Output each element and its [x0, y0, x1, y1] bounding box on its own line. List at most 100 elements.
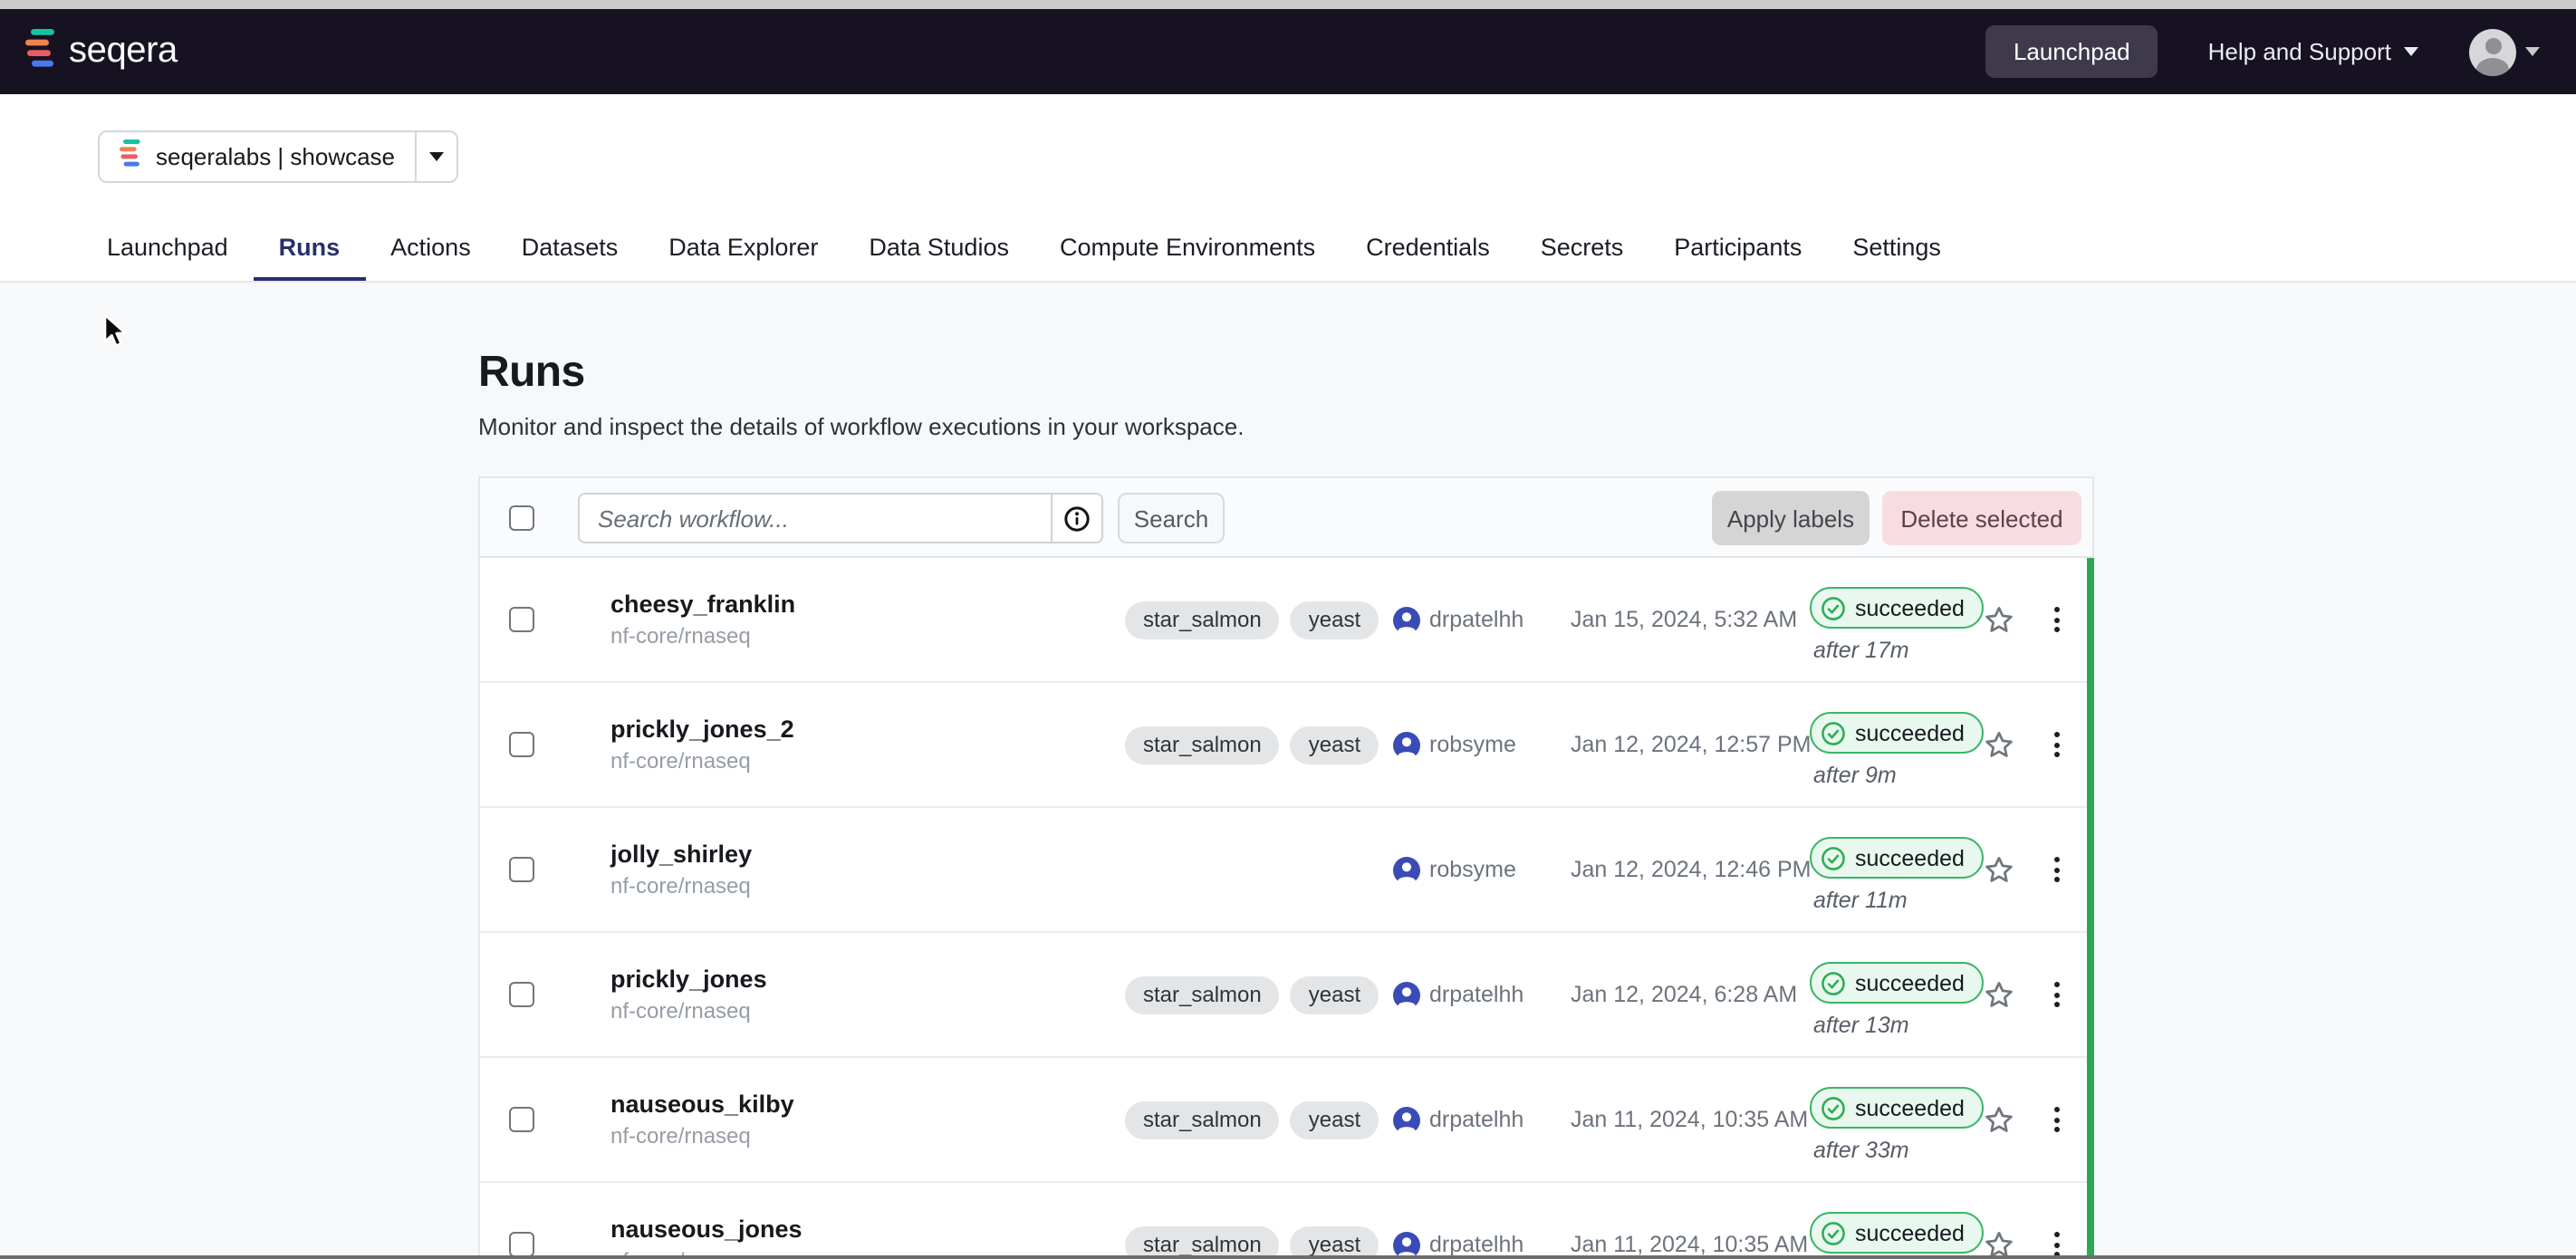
status-badge: succeeded [1810, 1212, 1985, 1254]
status-label: succeeded [1855, 845, 1965, 870]
run-label-pill: star_salmon [1125, 1225, 1280, 1259]
seqera-logo[interactable]: seqera [25, 28, 178, 75]
tab-datasets[interactable]: Datasets [496, 214, 644, 281]
run-project: nf-core/rnaseq [610, 625, 795, 649]
info-icon [1063, 505, 1091, 532]
row-checkbox[interactable] [509, 1232, 534, 1257]
tab-settings[interactable]: Settings [1827, 214, 1966, 281]
run-date: Jan 15, 2024, 5:32 AM [1571, 558, 1797, 681]
tab-participants[interactable]: Participants [1648, 214, 1827, 281]
run-row[interactable]: cheesy_franklin nf-core/rnaseq star_salm… [480, 558, 2092, 683]
run-date: Jan 11, 2024, 10:35 AM [1571, 1183, 1808, 1259]
help-and-support-label: Help and Support [2208, 38, 2391, 65]
tab-label: Datasets [522, 234, 619, 261]
tab-label: Runs [279, 234, 341, 261]
row-checkbox[interactable] [509, 982, 534, 1007]
kebab-icon [2053, 607, 2059, 612]
tab-runs[interactable]: Runs [254, 214, 366, 281]
star-button[interactable] [1984, 558, 2014, 681]
user-avatar-icon [1393, 606, 1420, 633]
star-button[interactable] [1984, 1058, 2014, 1181]
run-row[interactable]: prickly_jones nf-core/rnaseq star_salmon… [480, 933, 2092, 1058]
row-menu-button[interactable] [2038, 558, 2074, 681]
workspace-selector-caret[interactable] [415, 132, 457, 181]
star-icon [1984, 854, 2014, 885]
runs-toolbar: Search Apply labels Delete selected [478, 476, 2094, 558]
delete-selected-button[interactable]: Delete selected [1882, 491, 2081, 545]
run-name[interactable]: nauseous_jones [610, 1216, 803, 1243]
search-input[interactable] [578, 493, 1053, 543]
search-info-button[interactable] [1051, 493, 1103, 543]
workspace-selector[interactable]: seqeralabs | showcase [98, 130, 458, 183]
page-subtitle: Monitor and inspect the details of workf… [478, 413, 1244, 440]
run-date: Jan 12, 2024, 12:46 PM [1571, 808, 1811, 931]
search-group [578, 493, 1103, 543]
run-row[interactable]: nauseous_jones nf-core/rnaseq star_salmo… [480, 1183, 2092, 1259]
tab-launchpad[interactable]: Launchpad [82, 214, 254, 281]
chevron-down-icon [2525, 47, 2540, 56]
help-and-support-menu[interactable]: Help and Support [2208, 38, 2418, 65]
search-button[interactable]: Search [1118, 493, 1225, 543]
run-labels: star_salmonyeast [1125, 558, 1379, 681]
check-circle-icon [1821, 1095, 1846, 1120]
run-duration: after 17m [1813, 638, 1909, 663]
run-row[interactable]: jolly_shirley nf-core/rnaseq robsyme Jan… [480, 808, 2092, 933]
row-checkbox[interactable] [509, 607, 534, 632]
run-label-pill: star_salmon [1125, 1100, 1280, 1139]
run-row[interactable]: prickly_jones_2 nf-core/rnaseq star_salm… [480, 683, 2092, 808]
row-menu-button[interactable] [2038, 1183, 2074, 1259]
row-menu-button[interactable] [2038, 933, 2074, 1056]
star-icon [1984, 979, 2014, 1010]
tab-label: Launchpad [107, 234, 228, 261]
run-date: Jan 12, 2024, 6:28 AM [1571, 933, 1797, 1056]
tab-credentials[interactable]: Credentials [1341, 214, 1515, 281]
launchpad-button[interactable]: Launchpad [1986, 25, 2158, 78]
star-button[interactable] [1984, 683, 2014, 806]
run-date: Jan 11, 2024, 10:35 AM [1571, 1058, 1808, 1181]
row-checkbox[interactable] [509, 732, 534, 757]
select-all-checkbox[interactable] [509, 505, 534, 531]
run-name[interactable]: cheesy_franklin [610, 591, 795, 618]
run-row[interactable]: nauseous_kilby nf-core/rnaseq star_salmo… [480, 1058, 2092, 1183]
run-label-pill: star_salmon [1125, 975, 1280, 1014]
star-button[interactable] [1984, 1183, 2014, 1259]
run-user: drpatelhh [1393, 1058, 1523, 1181]
run-labels: star_salmonyeast [1125, 1058, 1379, 1181]
workspace-selector-main: seqeralabs | showcase [100, 132, 415, 181]
status-label: succeeded [1855, 595, 1965, 620]
run-name[interactable]: prickly_jones [610, 966, 767, 993]
row-menu-button[interactable] [2038, 808, 2074, 931]
tab-data-explorer[interactable]: Data Explorer [643, 214, 843, 281]
tab-compute-environments[interactable]: Compute Environments [1034, 214, 1341, 281]
run-duration: after 11m [1813, 888, 1908, 913]
row-menu-button[interactable] [2038, 683, 2074, 806]
run-user: robsyme [1393, 683, 1516, 806]
run-name[interactable]: nauseous_kilby [610, 1091, 794, 1118]
run-label-pill: yeast [1291, 1225, 1379, 1259]
tab-label: Actions [390, 234, 471, 261]
run-name[interactable]: jolly_shirley [610, 841, 752, 868]
tab-label: Secrets [1541, 234, 1624, 261]
status-label: succeeded [1855, 1095, 1965, 1120]
tab-actions[interactable]: Actions [365, 214, 496, 281]
avatar [2469, 28, 2516, 75]
top-navbar: seqera Launchpad Help and Support [0, 9, 2576, 94]
status-label: succeeded [1855, 720, 1965, 745]
user-menu[interactable] [2469, 28, 2540, 75]
apply-labels-button[interactable]: Apply labels [1712, 491, 1870, 545]
row-checkbox[interactable] [509, 1107, 534, 1132]
run-labels: star_salmonyeast [1125, 933, 1379, 1056]
run-name[interactable]: prickly_jones_2 [610, 716, 794, 743]
user-avatar-icon [1393, 981, 1420, 1008]
tab-secrets[interactable]: Secrets [1515, 214, 1649, 281]
row-checkbox[interactable] [509, 857, 534, 882]
workspace-tabs: Launchpad Runs Actions Datasets Data Exp… [82, 214, 1966, 281]
run-duration: after 9m [1813, 763, 1897, 788]
user-avatar-icon [1393, 731, 1420, 758]
star-icon [1984, 1104, 2014, 1135]
workspace-selector-label: seqeralabs | showcase [156, 143, 395, 170]
star-button[interactable] [1984, 933, 2014, 1056]
tab-data-studios[interactable]: Data Studios [843, 214, 1034, 281]
star-button[interactable] [1984, 808, 2014, 931]
row-menu-button[interactable] [2038, 1058, 2074, 1181]
